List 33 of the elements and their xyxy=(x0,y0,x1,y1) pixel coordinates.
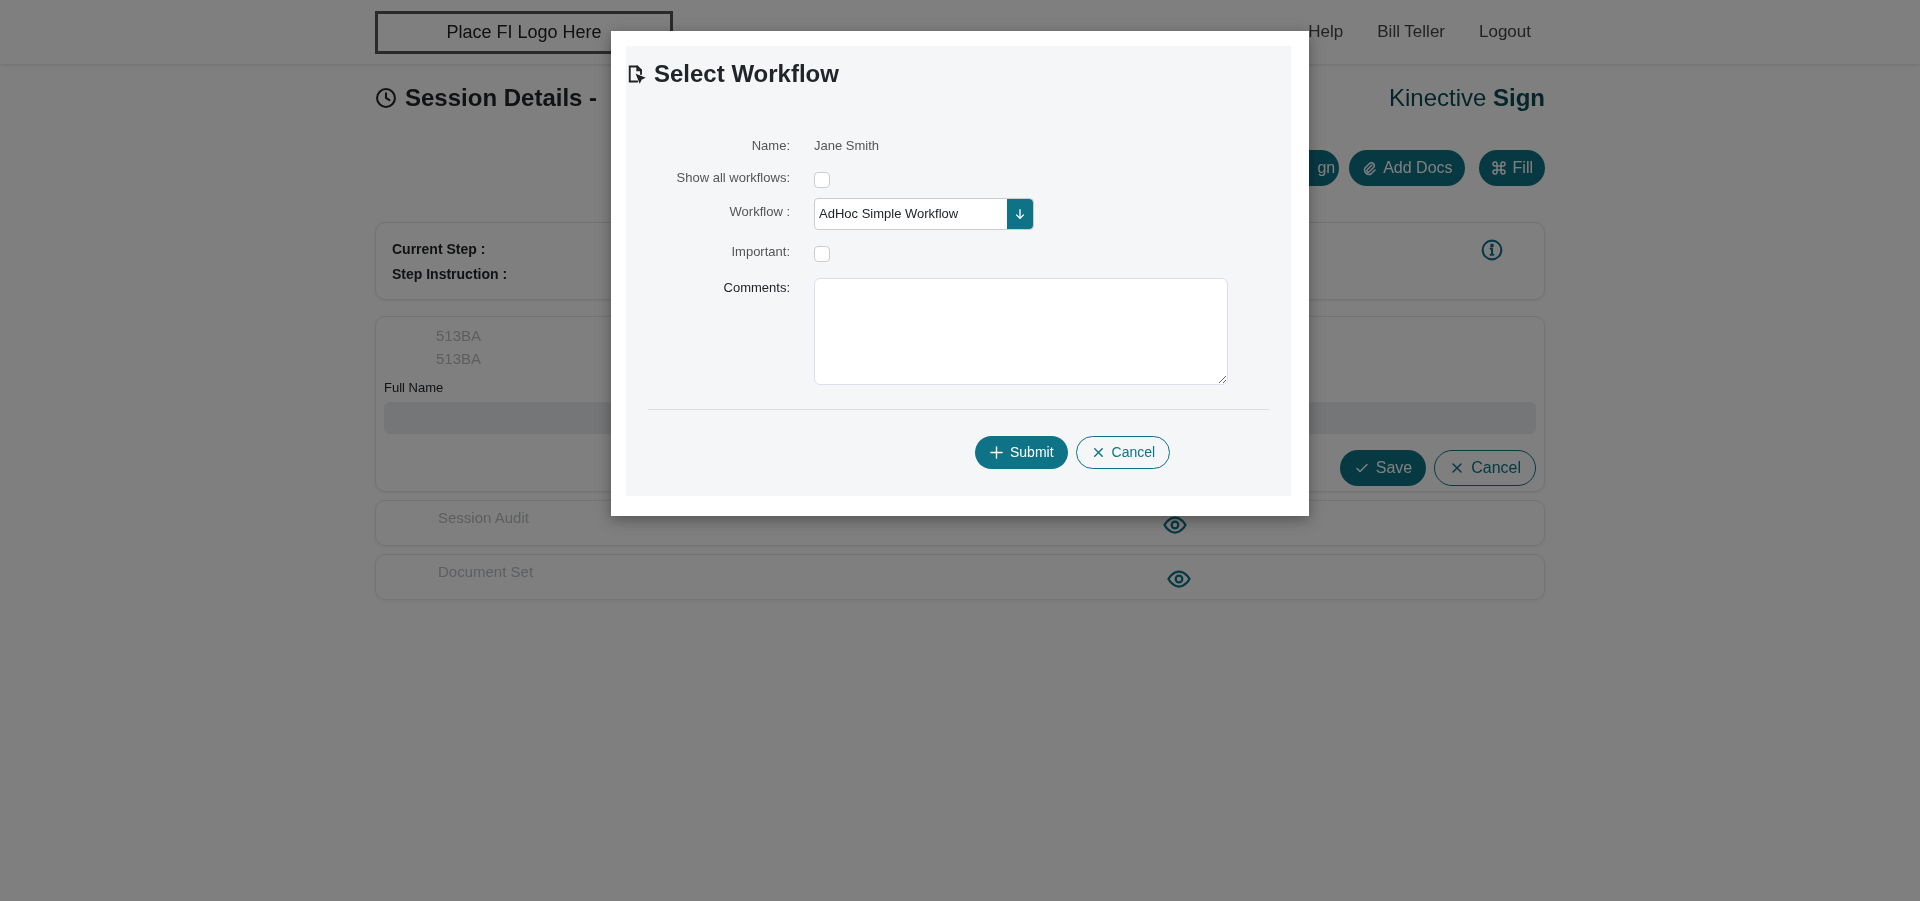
arrow-down-icon xyxy=(1013,206,1027,221)
command-icon xyxy=(1490,160,1507,176)
plus-icon xyxy=(989,444,1004,460)
paperclip-icon xyxy=(1361,160,1378,176)
checkbox[interactable] xyxy=(814,245,830,262)
info-icon xyxy=(1481,239,1503,261)
field-label: Workflow : xyxy=(728,202,790,221)
page-title: Session Details - xyxy=(405,83,598,113)
save-button[interactable]: Save xyxy=(1339,449,1427,486)
nav-link[interactable]: Logout xyxy=(1479,19,1531,45)
comments-field[interactable] xyxy=(814,277,1228,385)
logo-text: Place FI Logo Here xyxy=(446,20,602,44)
step-label: Current Step : xyxy=(392,240,487,259)
workflow-select[interactable]: AdHoc Simple Workflow xyxy=(814,197,1034,230)
checkbox[interactable] xyxy=(814,171,830,188)
field-label: Show all workflows: xyxy=(675,168,790,187)
name-value: Jane Smith xyxy=(814,137,880,155)
field-label: Full Name xyxy=(384,379,445,397)
brand-name: Kinective Sign xyxy=(1388,83,1545,113)
action-button[interactable]: Fill xyxy=(1478,150,1545,186)
eye-icon xyxy=(1162,513,1187,537)
field-label: Comments: xyxy=(722,278,790,297)
submit-button[interactable]: Submit xyxy=(975,435,1068,469)
eye-icon xyxy=(1167,567,1192,591)
action-button[interactable]: Add Docs xyxy=(1349,150,1465,186)
nav-link[interactable]: Bill Teller xyxy=(1377,19,1445,45)
document-cursor-icon xyxy=(626,64,646,84)
field-label: Important: xyxy=(730,242,790,261)
nav-link[interactable]: Help xyxy=(1308,19,1344,45)
field-label: Name: xyxy=(750,137,790,155)
step-label: Step Instruction : xyxy=(392,265,508,284)
modal-title: Select Workflow xyxy=(654,59,839,89)
clock-icon xyxy=(375,87,397,109)
